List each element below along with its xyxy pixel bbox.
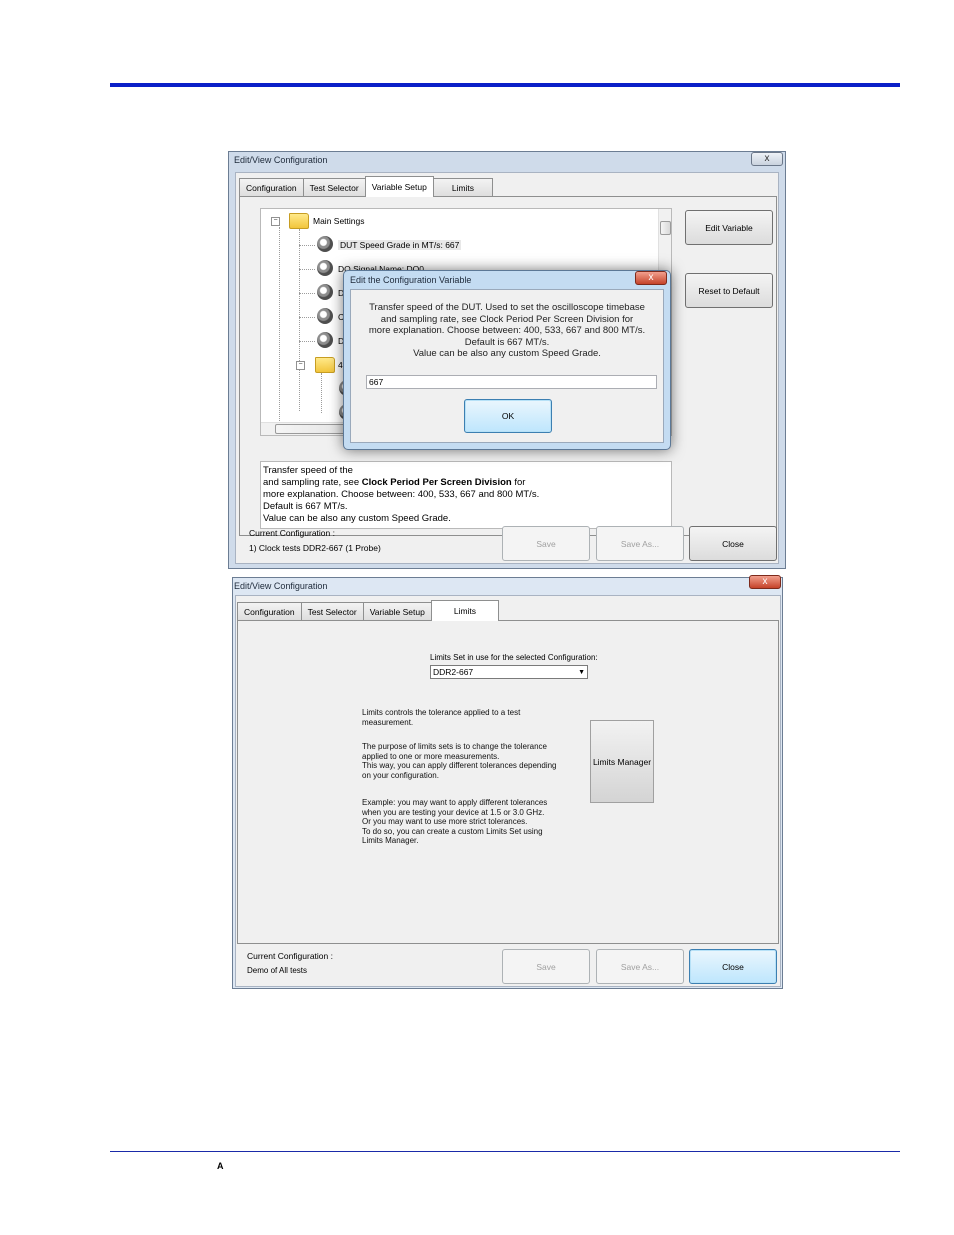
window-client: Configuration Test Selector Variable Set… xyxy=(235,595,781,987)
desc-line-4: Default is 667 MT/s. xyxy=(263,501,348,512)
limits-page: Limits Set in use for the selected Confi… xyxy=(237,620,779,944)
current-configuration-label: Current Configuration : xyxy=(249,528,335,538)
desc-line-1: Transfer speed of the xyxy=(263,465,353,476)
paragraph-line: measurement. xyxy=(362,717,414,727)
ok-button[interactable]: OK xyxy=(464,399,552,433)
tree-node-main-settings[interactable]: Main Settings xyxy=(313,216,365,226)
footer-mark: A xyxy=(217,1161,224,1171)
desc-line-2-suffix: for xyxy=(511,477,526,488)
dialog-client: Transfer speed of the DUT. Used to set t… xyxy=(350,289,664,443)
desc-line-5: Value can be also any custom Speed Grade… xyxy=(263,513,451,524)
collapse-icon[interactable]: − xyxy=(271,217,280,226)
paragraph-line: The purpose of limits sets is to change … xyxy=(362,742,547,751)
gear-icon xyxy=(317,308,333,324)
paragraph-line: Or you may want to use more strict toler… xyxy=(362,817,528,827)
limits-paragraph: Example: you may want to apply different… xyxy=(362,798,547,846)
limits-manager-button[interactable]: Limits Manager xyxy=(590,720,654,803)
current-configuration-value: 1) Clock tests DDR2-667 (1 Probe) xyxy=(249,543,381,553)
close-button[interactable]: Close xyxy=(689,949,777,984)
close-button[interactable]: Close xyxy=(689,526,777,561)
close-icon[interactable]: x xyxy=(751,152,783,166)
limits-set-label: Limits Set in use for the selected Confi… xyxy=(430,653,598,662)
limits-set-value: DDR2-667 xyxy=(433,667,474,677)
scroll-thumb[interactable] xyxy=(660,221,671,235)
tree-node-dut-speed[interactable]: DUT Speed Grade in MT/s: 667 xyxy=(338,240,462,250)
close-icon[interactable]: x xyxy=(635,271,667,285)
paragraph-line: To do so, you can create a custom Limits… xyxy=(362,826,543,836)
tab-test-selector[interactable]: Test Selector xyxy=(302,178,366,196)
dialog-message-line: Value can be also any custom Speed Grade… xyxy=(413,348,601,360)
desc-line-2-prefix: and sampling rate, see xyxy=(263,477,362,488)
dialog-message-line: more explanation. Choose between: 400, 5… xyxy=(368,325,646,337)
paragraph-line: Example: you may want to apply different… xyxy=(362,798,548,807)
dialog-message: Transfer speed of the DUT. Used to set t… xyxy=(355,302,659,360)
paragraph-line: This way, you can apply different tolera… xyxy=(362,761,557,771)
collapse-icon[interactable]: − xyxy=(296,361,305,370)
dialog-message-line: Transfer speed of the DUT. Used to set t… xyxy=(369,302,645,313)
close-icon[interactable]: x xyxy=(749,575,781,589)
variable-value-input[interactable]: 667 xyxy=(366,375,657,389)
dialog-message-line: and sampling rate, see Clock Period Per … xyxy=(380,313,634,325)
paragraph-line: Limits controls the tolerance applied to… xyxy=(362,708,521,717)
tab-limits[interactable]: Limits xyxy=(432,178,494,196)
window-title: Edit/View Configuration xyxy=(234,155,328,165)
variable-description: Transfer speed of the and sampling rate,… xyxy=(260,461,672,529)
limits-paragraph: Limits controls the tolerance applied to… xyxy=(362,708,520,727)
edit-variable-dialog: Edit the Configuration Variable x Transf… xyxy=(343,270,671,450)
current-configuration-label: Current Configuration : xyxy=(247,951,333,961)
gear-icon xyxy=(317,260,333,276)
page-footer-line xyxy=(110,1151,900,1152)
tab-variable-setup[interactable]: Variable Setup xyxy=(364,176,434,197)
save-as-button[interactable]: Save As... xyxy=(596,949,684,984)
tab-configuration[interactable]: Configuration xyxy=(237,602,302,620)
tab-strip: Configuration Test Selector Variable Set… xyxy=(239,176,494,197)
paragraph-line: applied to one or more measurements. xyxy=(362,751,500,761)
reset-to-default-button[interactable]: Reset to Default xyxy=(685,273,773,308)
folder-icon xyxy=(315,357,335,373)
desc-line-3: more explanation. Choose between: 400, 5… xyxy=(263,489,540,500)
current-configuration-value: Demo of All tests xyxy=(247,966,308,975)
limits-set-dropdown[interactable]: DDR2-667 ▼ xyxy=(430,665,588,679)
window-title: Edit/View Configuration xyxy=(234,581,328,591)
page-header-bar xyxy=(110,83,900,87)
dialog-message-line: Default is 667 MT/s. xyxy=(464,336,550,348)
tab-test-selector[interactable]: Test Selector xyxy=(300,602,364,620)
tab-strip: Configuration Test Selector Variable Set… xyxy=(237,600,500,621)
chevron-down-icon: ▼ xyxy=(578,669,585,676)
dialog-title: Edit the Configuration Variable xyxy=(350,275,472,285)
paragraph-line: Limits Manager. xyxy=(362,836,419,846)
edit-view-configuration-window-limits: Edit/View Configuration x Configuration … xyxy=(232,575,783,989)
edit-variable-button[interactable]: Edit Variable xyxy=(685,210,773,245)
paragraph-line: when you are testing your device at 1.5 … xyxy=(362,807,545,817)
save-button[interactable]: Save xyxy=(502,949,590,984)
folder-icon xyxy=(289,213,309,229)
gear-icon xyxy=(317,284,333,300)
tab-variable-setup[interactable]: Variable Setup xyxy=(362,602,432,620)
save-as-button[interactable]: Save As... xyxy=(596,526,684,561)
tab-configuration[interactable]: Configuration xyxy=(239,178,304,196)
save-button[interactable]: Save xyxy=(502,526,590,561)
paragraph-line: on your configuration. xyxy=(362,770,439,780)
tab-limits[interactable]: Limits xyxy=(430,600,500,621)
limits-paragraph: The purpose of limits sets is to change … xyxy=(362,742,557,780)
gear-icon xyxy=(317,332,333,348)
desc-line-2-bold: Clock Period Per Screen Division xyxy=(361,477,512,488)
gear-icon xyxy=(317,236,333,252)
